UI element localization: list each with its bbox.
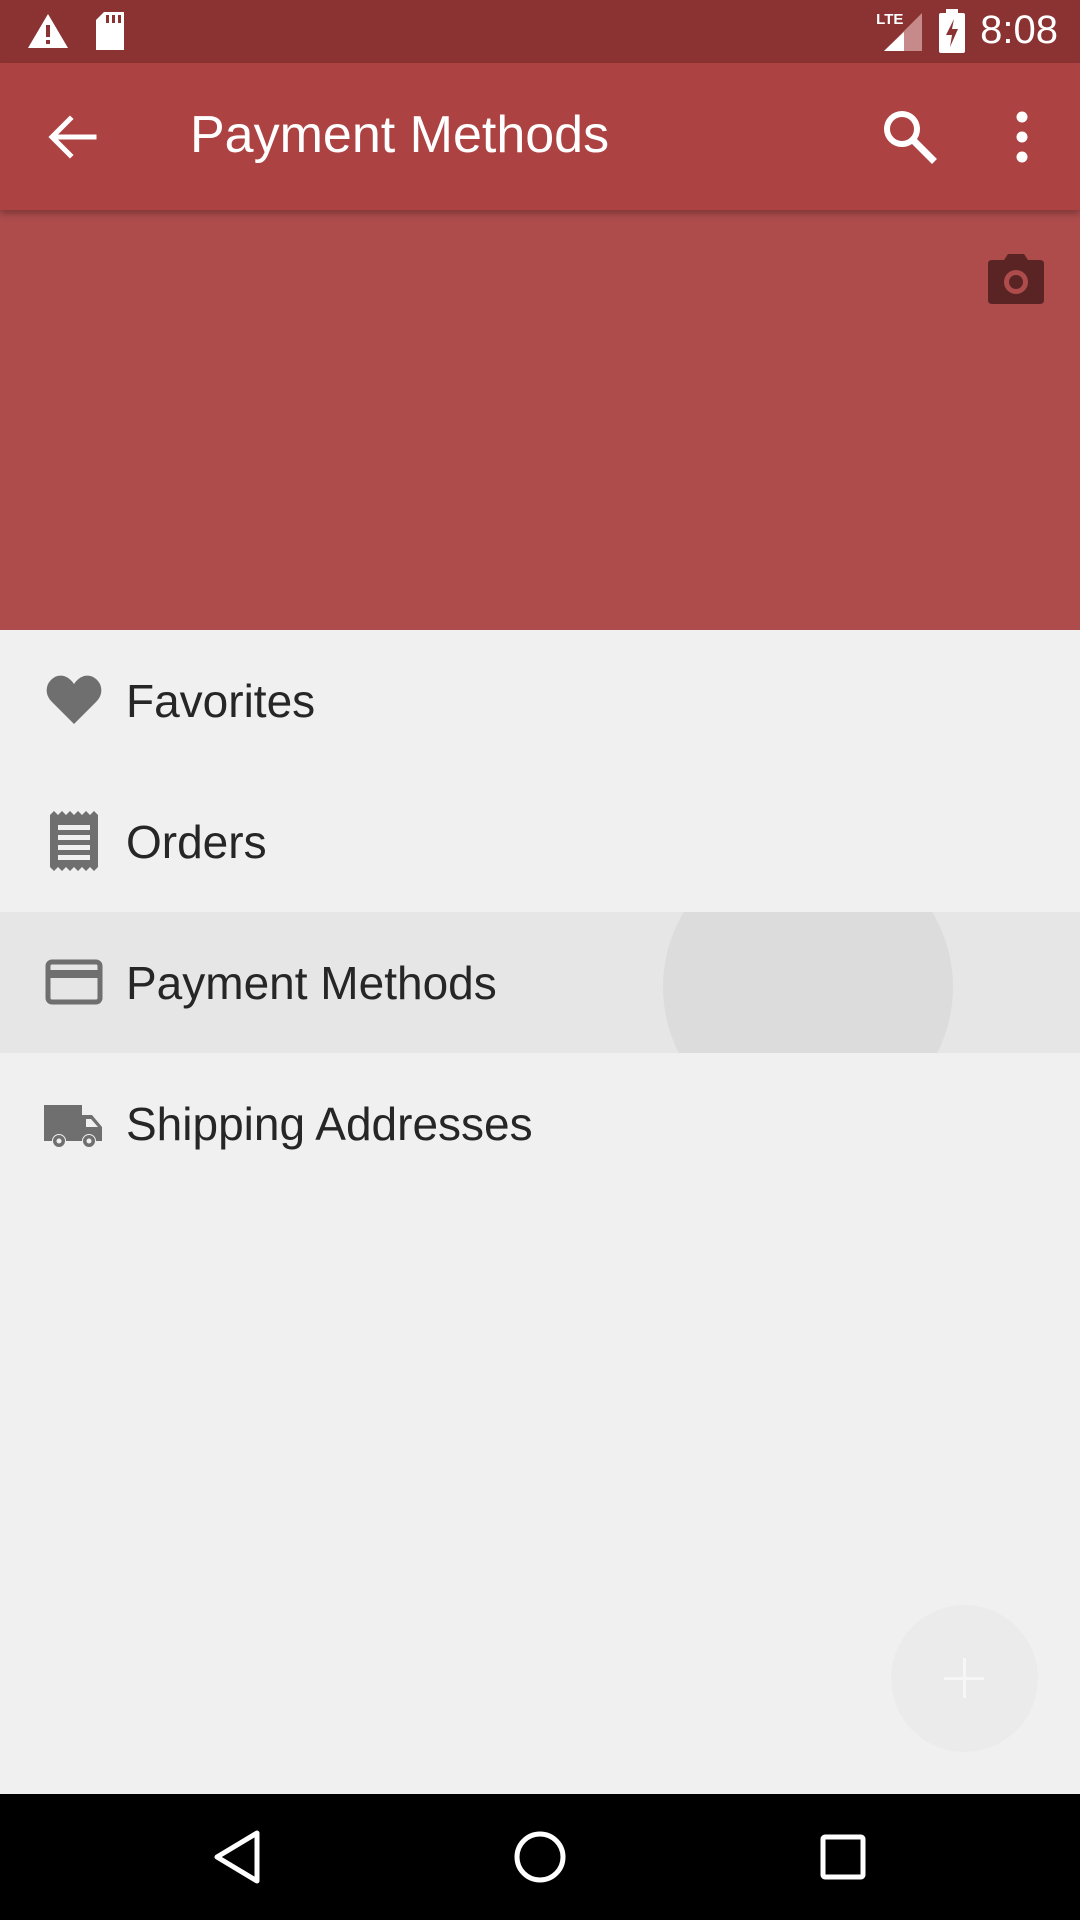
camera-icon[interactable] bbox=[988, 254, 1044, 304]
menu-item-label: Shipping Addresses bbox=[126, 1098, 533, 1150]
menu-item-orders[interactable]: Orders bbox=[0, 771, 1080, 912]
menu-item-label: Orders bbox=[126, 816, 267, 868]
receipt-icon bbox=[50, 811, 98, 871]
menu-item-label: Payment Methods bbox=[126, 957, 497, 1009]
warning-icon bbox=[28, 14, 68, 48]
search-icon[interactable] bbox=[880, 107, 940, 167]
app-bar: Payment Methods bbox=[0, 63, 1080, 210]
signal-icon: LTE bbox=[874, 9, 924, 53]
battery-charging-icon bbox=[939, 8, 966, 53]
page-title: Payment Methods bbox=[190, 106, 610, 164]
arrow-back-icon[interactable] bbox=[44, 109, 100, 165]
nav-menu: Favorites Orders Payment Methods Shippin… bbox=[0, 630, 1080, 1194]
back-triangle-icon[interactable] bbox=[207, 1827, 267, 1887]
credit-card-icon bbox=[45, 959, 103, 1005]
header-banner bbox=[0, 210, 1080, 630]
home-circle-icon[interactable] bbox=[510, 1827, 570, 1887]
ripple-effect bbox=[663, 912, 953, 1053]
status-bar: LTE 8:08 bbox=[0, 0, 1080, 63]
menu-item-label: Favorites bbox=[126, 675, 316, 727]
truck-icon bbox=[44, 1105, 102, 1147]
menu-item-payment-methods[interactable]: Payment Methods bbox=[0, 912, 1080, 1053]
menu-item-shipping-addresses[interactable]: Shipping Addresses bbox=[0, 1053, 1080, 1194]
system-nav-bar bbox=[0, 1794, 1080, 1920]
more-vert-icon[interactable] bbox=[1000, 109, 1044, 165]
add-fab-button[interactable] bbox=[891, 1605, 1038, 1752]
menu-item-favorites[interactable]: Favorites bbox=[0, 630, 1080, 771]
recents-square-icon[interactable] bbox=[813, 1827, 873, 1887]
status-time: 8:08 bbox=[980, 8, 1058, 52]
heart-icon bbox=[46, 675, 102, 724]
sd-card-icon bbox=[96, 12, 124, 50]
